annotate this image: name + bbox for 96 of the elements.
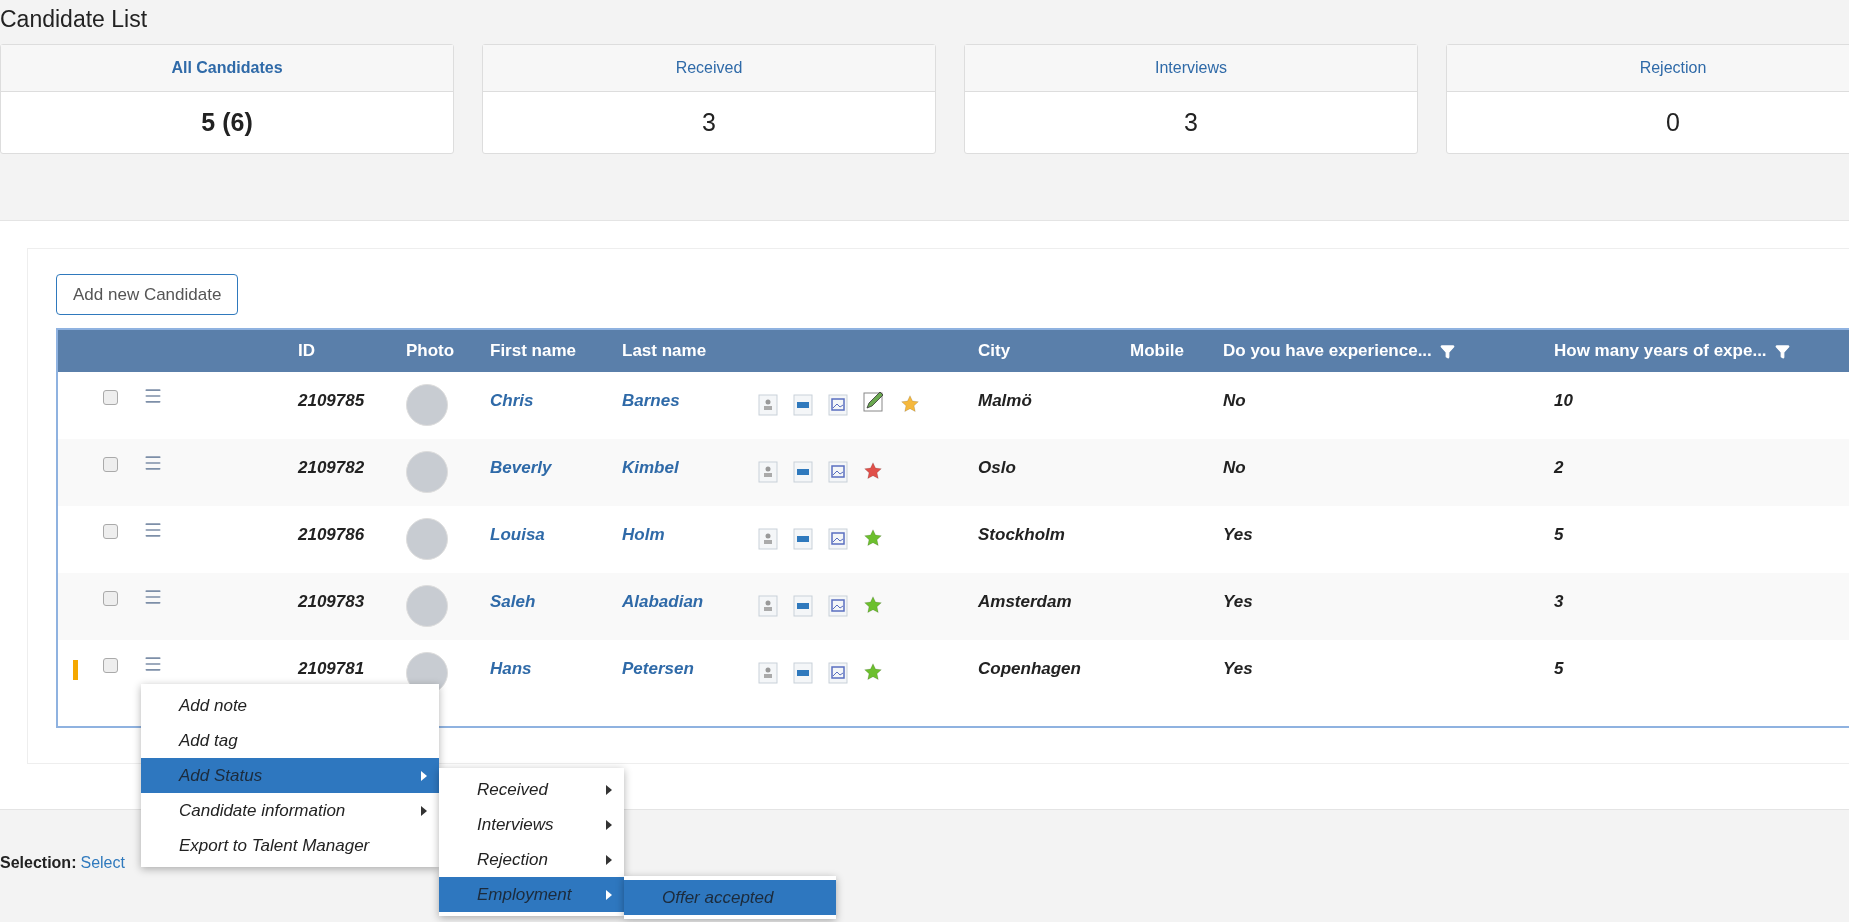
candidate-id: 2109785: [298, 390, 365, 412]
column-header[interactable]: City: [978, 338, 1011, 364]
menu-item[interactable]: Received: [439, 772, 624, 807]
years-cell-text: 3: [1554, 591, 1564, 613]
image-document-icon[interactable]: [828, 394, 848, 416]
experience-cell-text: No: [1223, 390, 1246, 412]
column-header[interactable]: Do you have experience...: [1223, 338, 1455, 364]
image-document-icon[interactable]: [828, 528, 848, 550]
city-cell-text: Amsterdam: [978, 591, 1072, 613]
experience-cell-text: Yes: [1223, 591, 1253, 613]
cv-document-icon[interactable]: [793, 461, 813, 483]
summary-card[interactable]: All Candidates 5 (6): [0, 44, 454, 154]
last-name-link[interactable]: Alabadian: [622, 573, 704, 615]
candidate-id: 2109781: [298, 658, 365, 680]
profile-document-icon[interactable]: [758, 662, 778, 684]
city-cell-text: Stockholm: [978, 524, 1065, 546]
row-checkbox[interactable]: [103, 457, 118, 472]
cv-document-icon[interactable]: [793, 394, 813, 416]
column-header[interactable]: Last name: [622, 338, 707, 364]
city-cell-text: Copenhagen: [978, 658, 1081, 680]
experience-cell-text: No: [1223, 457, 1246, 479]
add-candidate-button[interactable]: Add new Candidate: [56, 274, 239, 315]
column-header[interactable]: How many years of expe...: [1554, 338, 1790, 364]
first-name-link[interactable]: Hans: [490, 640, 532, 682]
filter-icon[interactable]: [1774, 343, 1790, 359]
image-document-icon[interactable]: [828, 595, 848, 617]
row-checkbox[interactable]: [103, 591, 118, 606]
years-cell-text: 5: [1554, 658, 1564, 680]
photo-placeholder: [406, 518, 448, 560]
cv-document-icon[interactable]: [793, 662, 813, 684]
city-cell-text: Malmö: [978, 390, 1032, 412]
row-checkbox[interactable]: [103, 390, 118, 405]
photo-placeholder: [406, 384, 448, 426]
menu-icon[interactable]: [143, 453, 163, 473]
menu-item[interactable]: Candidate information: [141, 793, 439, 828]
years-cell-text: 5: [1554, 524, 1564, 546]
menu-icon[interactable]: [143, 386, 163, 406]
menu-item[interactable]: Export to Talent Manager: [141, 828, 439, 863]
card-count: 3: [1184, 106, 1198, 138]
menu-icon[interactable]: [143, 520, 163, 540]
cv-document-icon[interactable]: [793, 595, 813, 617]
candidate-id: 2109786: [298, 524, 365, 546]
last-name-link[interactable]: Holm: [622, 506, 665, 548]
profile-document-icon[interactable]: [758, 595, 778, 617]
card-label: Interviews: [1155, 58, 1227, 78]
profile-document-icon[interactable]: [758, 394, 778, 416]
filter-icon[interactable]: [1439, 343, 1455, 359]
years-cell-text: 2: [1554, 457, 1564, 479]
card-label: Received: [675, 58, 743, 78]
menu-item[interactable]: Offer accepted: [624, 880, 836, 915]
menu-icon[interactable]: [143, 654, 163, 674]
first-name-link[interactable]: Louisa: [490, 506, 545, 548]
profile-document-icon[interactable]: [758, 461, 778, 483]
years-cell-text: 10: [1554, 390, 1573, 412]
menu-item[interactable]: Interviews: [439, 807, 624, 842]
first-name-link[interactable]: Saleh: [490, 573, 536, 615]
menu-item[interactable]: Employment: [439, 877, 624, 912]
select-link[interactable]: Select: [80, 851, 125, 875]
card-count: 3: [702, 106, 716, 138]
summary-card[interactable]: Interviews 3: [964, 44, 1418, 154]
image-document-icon[interactable]: [828, 662, 848, 684]
candidate-id: 2109783: [298, 591, 365, 613]
image-document-icon[interactable]: [828, 461, 848, 483]
selection-label: Selection:: [0, 853, 77, 873]
menu-item[interactable]: Add note: [141, 688, 439, 723]
page-title: Candidate List: [0, 5, 149, 34]
row-checkbox[interactable]: [103, 658, 118, 673]
experience-cell-text: Yes: [1223, 658, 1253, 680]
first-name-link[interactable]: Beverly: [490, 439, 552, 481]
menu-item[interactable]: Add tag: [141, 723, 439, 758]
last-name-link[interactable]: Barnes: [622, 372, 680, 414]
pencil-icon[interactable]: [863, 390, 885, 412]
column-header[interactable]: Photo: [406, 338, 455, 364]
column-header[interactable]: First name: [490, 338, 576, 364]
profile-document-icon[interactable]: [758, 528, 778, 550]
card-count: 0: [1666, 106, 1680, 138]
card-label: All Candidates: [171, 58, 283, 78]
menu-item[interactable]: Rejection: [439, 842, 624, 877]
card-count: 5 (6): [201, 106, 253, 138]
row-checkbox[interactable]: [103, 524, 118, 539]
photo-placeholder: [406, 451, 448, 493]
last-name-link[interactable]: Kimbel: [622, 439, 679, 481]
city-cell-text: Oslo: [978, 457, 1016, 479]
menu-icon[interactable]: [143, 587, 163, 607]
photo-placeholder: [406, 585, 448, 627]
column-header[interactable]: Mobile: [1130, 338, 1184, 364]
candidate-id: 2109782: [298, 457, 365, 479]
summary-card[interactable]: Received 3: [482, 44, 936, 154]
experience-cell-text: Yes: [1223, 524, 1253, 546]
last-name-link[interactable]: Petersen: [622, 640, 694, 682]
summary-card[interactable]: Rejection 0: [1446, 44, 1849, 154]
menu-item[interactable]: Add Status: [141, 758, 439, 793]
card-label: Rejection: [1639, 58, 1707, 78]
first-name-link[interactable]: Chris: [490, 372, 534, 414]
cv-document-icon[interactable]: [793, 528, 813, 550]
column-header[interactable]: ID: [298, 338, 315, 364]
